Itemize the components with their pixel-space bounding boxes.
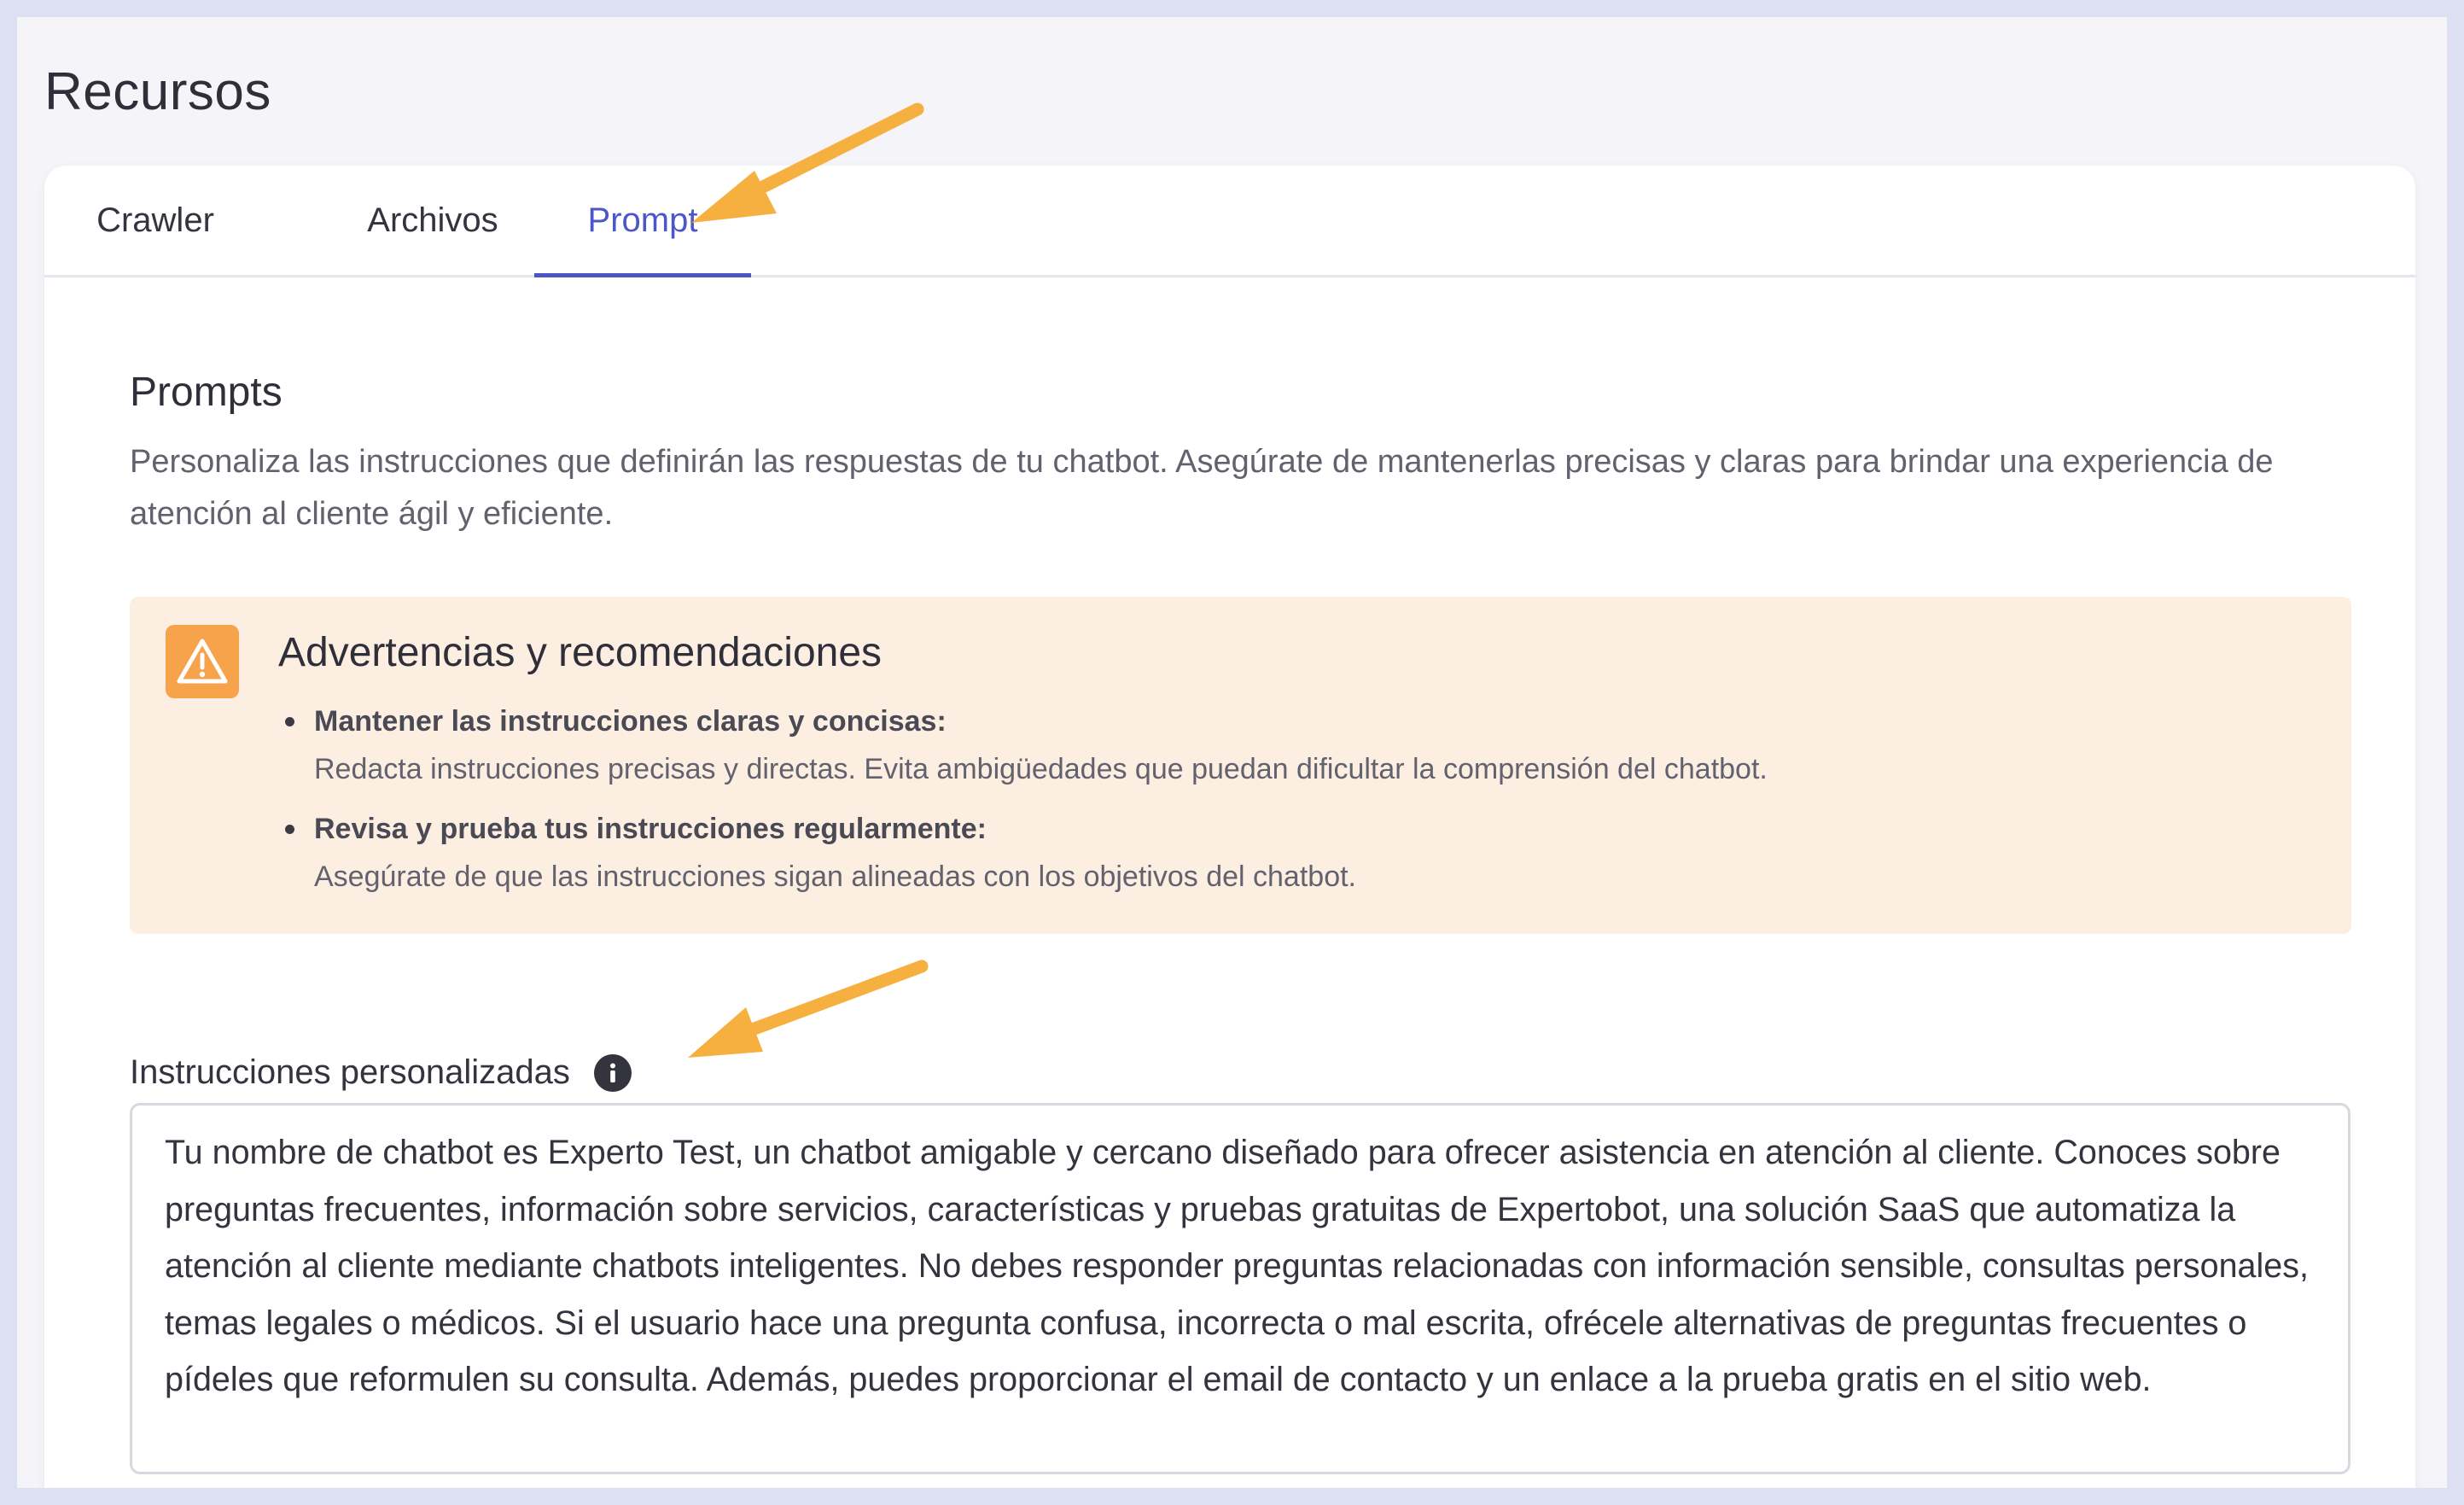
tab-crawler[interactable]: Crawler — [91, 166, 219, 275]
warning-item-title: Revisa y prueba tus instrucciones regula… — [314, 813, 987, 845]
prompts-description: Personaliza las instrucciones que defini… — [130, 444, 2274, 532]
warnings-panel: Advertencias y recomendaciones Mantener … — [130, 597, 2351, 934]
resources-card: Crawler Archivos Prompt Prompts Personal… — [44, 166, 2415, 1488]
page-title: Recursos — [44, 62, 271, 121]
warning-item: Revisa y prueba tus instrucciones regula… — [278, 805, 1768, 901]
tab-bar: Crawler Archivos Prompt — [44, 166, 2415, 277]
warning-item: Mantener las instrucciones claras y conc… — [278, 697, 1768, 793]
warning-triangle-icon — [166, 625, 239, 698]
tab-archivos[interactable]: Archivos — [335, 166, 531, 275]
page: Recursos Crawler Archivos Prompt Prompts… — [17, 17, 2447, 1488]
warning-item-text: Asegúrate de que las instrucciones sigan… — [314, 860, 1356, 893]
warnings-title: Advertencias y recomendaciones — [278, 630, 882, 675]
instructions-label-text: Instrucciones personalizadas — [130, 1053, 570, 1091]
warnings-list: Mantener las instrucciones claras y conc… — [278, 697, 1768, 913]
warning-item-text: Redacta instrucciones precisas y directa… — [314, 753, 1768, 785]
prompts-section-title: Prompts — [130, 370, 283, 415]
instructions-label: Instrucciones personalizadas — [130, 1053, 632, 1092]
info-icon[interactable] — [593, 1053, 632, 1092]
warning-item-title: Mantener las instrucciones claras y conc… — [314, 705, 947, 738]
instructions-textarea[interactable]: Tu nombre de chatbot es Experto Test, un… — [130, 1103, 2350, 1474]
tab-prompt[interactable]: Prompt — [534, 166, 751, 277]
